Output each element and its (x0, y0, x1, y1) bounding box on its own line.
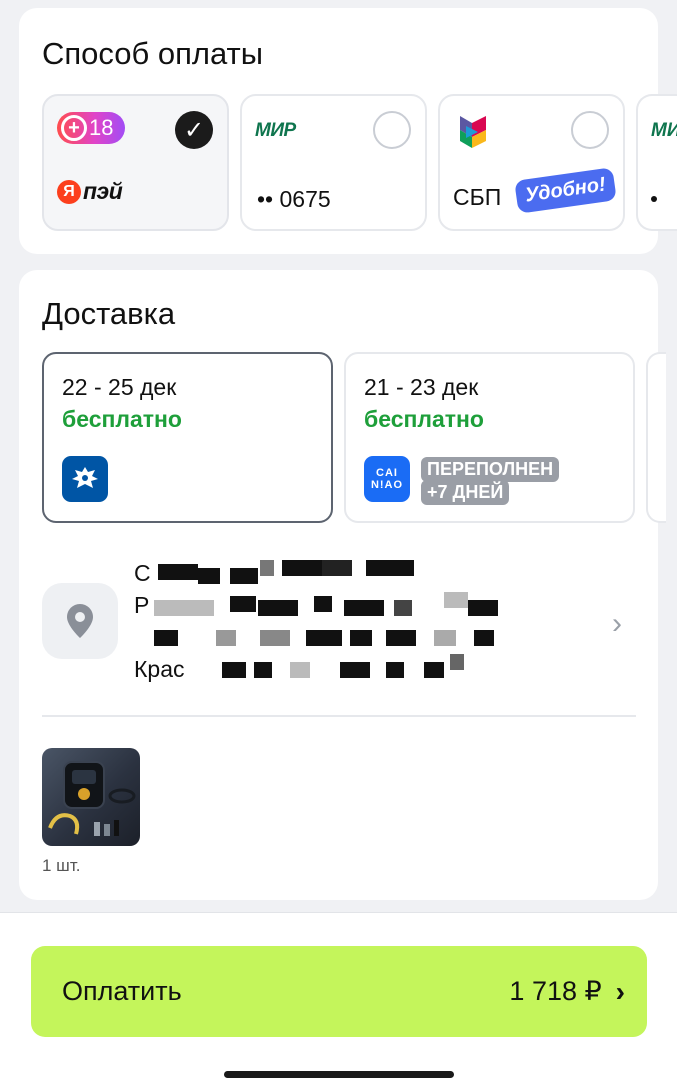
delivery-option-russian-post[interactable]: 22 - 25 дек бесплатно (42, 352, 333, 523)
sbp-label: СБП (453, 184, 502, 210)
yandex-logo-icon: Я (57, 179, 81, 204)
yandex-pay-brand: пэй (83, 178, 123, 204)
pay-button-right: 1 718 ₽ › (509, 976, 625, 1008)
russian-post-eagle-icon (62, 456, 108, 502)
sbp-logo-icon (458, 114, 488, 155)
delivery-address[interactable]: С Р Крас (134, 558, 498, 686)
mir-logo: МИР (651, 120, 677, 141)
overloaded-badge: ПЕРЕПОЛНЕН (421, 457, 560, 482)
plus-badge-value: 18 (89, 115, 114, 140)
extra-days-badge: +7 ДНЕЙ (421, 480, 510, 505)
delivery-section-title: Доставка (42, 296, 176, 331)
payment-section-title: Способ оплаты (42, 36, 264, 71)
payment-option-mir-card[interactable]: МИР •• 0675 (240, 94, 427, 231)
delivery-option-partial[interactable] (646, 352, 666, 523)
cainiao-icon: CAI N!AO (364, 456, 410, 502)
delivery-dates: 22 - 25 дек (62, 374, 177, 400)
payment-method-section: Способ оплаты + 18 ✓ Я пэй МИР •• 0675 С… (19, 8, 677, 254)
payment-option-yandex-pay[interactable]: + 18 ✓ Я пэй (42, 94, 229, 231)
delivery-price: бесплатно (364, 406, 484, 432)
card-masked-number: •• 0675 (257, 186, 331, 212)
plus-badge: + 18 (57, 112, 125, 144)
pay-button-label: Оплатить (62, 976, 182, 1006)
payment-option-sbp[interactable]: СБП Удобно! (438, 94, 625, 231)
payment-option-mir-card-2[interactable]: МИР (636, 94, 677, 231)
radio-button[interactable] (373, 111, 411, 149)
product-image[interactable] (42, 748, 140, 846)
delivery-dates: 21 - 23 дек (364, 374, 479, 400)
plus-icon: + (61, 115, 87, 141)
address-line-4: Крас (134, 656, 185, 682)
cainiao-logo-text: CAI N!AO (370, 466, 404, 491)
delivery-option-cainiao[interactable]: 21 - 23 дек бесплатно CAI N!AO ПЕРЕПОЛНЕ… (344, 352, 635, 523)
delivery-section: Доставка 22 - 25 дек бесплатно 21 - 23 д… (19, 270, 666, 900)
address-line-1: С (134, 560, 151, 586)
product-quantity: 1 шт. (42, 856, 81, 875)
chevron-right-icon[interactable]: › (612, 607, 622, 641)
mir-logo: МИР (255, 120, 296, 141)
chevron-right-icon: › (615, 975, 625, 1007)
divider (42, 715, 636, 717)
home-indicator (224, 1071, 454, 1078)
pay-total-amount: 1 718 ₽ (509, 976, 602, 1006)
pay-button[interactable]: Оплатить 1 718 ₽ › (31, 946, 647, 1037)
address-line-2: Р (134, 592, 150, 618)
checkout-bar: Оплатить 1 718 ₽ › (0, 912, 677, 1090)
yandex-pay-logo: Я пэй (57, 178, 123, 205)
delivery-price: бесплатно (62, 406, 182, 432)
location-pin-icon (42, 583, 118, 659)
masked-dot (651, 196, 657, 202)
radio-button[interactable] (571, 111, 609, 149)
check-icon: ✓ (175, 111, 213, 149)
sbp-convenient-badge: Удобно! (514, 167, 617, 214)
